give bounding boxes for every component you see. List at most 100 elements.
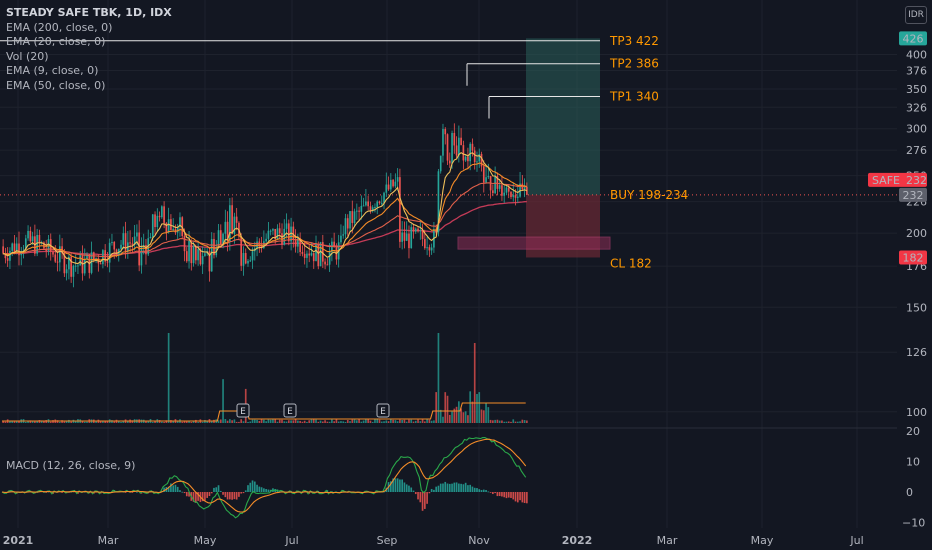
volume-bar-118 (269, 419, 272, 423)
volume-bar-136 (310, 419, 313, 423)
candle-body-75 (172, 228, 175, 231)
volume-bar-184 (419, 421, 422, 423)
support-box (457, 236, 611, 250)
volume-bar-200 (455, 406, 458, 423)
candle-body-197 (448, 160, 451, 164)
candle-body-50 (115, 249, 118, 256)
volume-bar-166 (378, 419, 381, 423)
macd-hist-90 (206, 492, 209, 498)
volume-bar-110 (251, 419, 254, 423)
macd-hist-59 (136, 491, 138, 493)
candle-body-172 (392, 179, 394, 187)
legend-vol[interactable]: Vol (20) (6, 50, 172, 65)
macd-hist-175 (399, 479, 401, 492)
macd-hist-114 (260, 487, 263, 492)
volume-bar-88 (201, 421, 204, 423)
macd-hist-193 (439, 483, 442, 492)
legend-ema-9[interactable]: EMA (9, close, 0) (6, 64, 172, 79)
candle-body-49 (113, 242, 116, 250)
volume-bar-106 (242, 421, 245, 423)
volume-bar-151 (344, 421, 347, 423)
x-tick-6: 2022 (562, 534, 593, 547)
legend-ema-200[interactable]: EMA (200, close, 0) (6, 21, 172, 36)
x-tick-5: Nov (468, 534, 490, 547)
volume-bar-70 (161, 421, 163, 423)
volume-bar-223 (507, 421, 510, 423)
macd-hist-227 (516, 492, 519, 503)
candle-body-132 (301, 252, 304, 254)
volume-bar-180 (410, 419, 413, 423)
volume-bar-192 (437, 333, 440, 423)
candle-body-108 (247, 260, 249, 264)
candle-body-96 (219, 230, 222, 246)
price-tick-9: 326 (906, 101, 927, 114)
volume-bar-135 (308, 420, 311, 423)
volume-bar-168 (383, 421, 385, 423)
volume-bar-227 (516, 421, 519, 423)
volume-bar-191 (435, 392, 438, 423)
volume-bar-182 (414, 420, 417, 423)
candle-body-189 (430, 247, 433, 251)
volume-bar-18 (43, 421, 45, 423)
macd-hist-196 (446, 483, 449, 492)
candle-body-154 (351, 211, 354, 223)
candle-body-159 (362, 205, 365, 207)
macd-legend[interactable]: MACD (12, 26, close, 9) (6, 459, 135, 472)
candle-body-28 (65, 269, 68, 274)
macd-hist-179 (408, 485, 410, 492)
volume-bar-77 (176, 421, 179, 423)
candle-body-156 (355, 210, 358, 212)
legend-ema-50[interactable]: EMA (50, close, 0) (6, 79, 172, 94)
candle-body-122 (278, 228, 281, 234)
volume-bar-216 (492, 420, 494, 423)
candle-body-167 (380, 202, 383, 204)
volume-bar-226 (514, 421, 517, 423)
volume-bar-161 (367, 419, 369, 423)
candle-body-214 (487, 176, 490, 178)
volume-bar-98 (224, 419, 227, 423)
candle-body-180 (410, 227, 413, 249)
currency-badge[interactable]: IDR (905, 6, 927, 24)
macd-hist-173 (394, 478, 397, 492)
candle-body-144 (328, 252, 331, 265)
volume-bar-52 (120, 421, 122, 423)
candle-body-5 (13, 243, 16, 253)
earnings-markers[interactable]: EEE (236, 403, 390, 418)
macd-hist-117 (267, 489, 270, 492)
candle-body-200 (455, 145, 458, 156)
macd-hist-204 (464, 482, 467, 492)
candle-body-184 (419, 230, 422, 232)
price-tick-8: 300 (906, 123, 927, 136)
annotation-label-2: TP1 340 (609, 89, 659, 103)
volume-bar-71 (163, 421, 165, 423)
candle-body-140 (319, 242, 322, 267)
candle-body-136 (310, 253, 313, 256)
volume-bar-220 (501, 420, 503, 423)
candle-body-16 (38, 234, 41, 243)
candle-body-129 (294, 239, 297, 247)
candle-body-65 (149, 236, 152, 239)
price-tick-10: 350 (906, 83, 927, 96)
volume-bar-173 (394, 420, 397, 423)
volume-bar-203 (462, 412, 465, 423)
macd-hist-191 (435, 486, 438, 492)
macd-hist-218 (496, 492, 499, 497)
macd-hist-205 (467, 485, 469, 492)
volume-bar-176 (401, 420, 404, 423)
candle-body-230 (523, 186, 526, 190)
volume-bar-193 (439, 409, 442, 423)
candle-body-149 (340, 235, 342, 243)
macd-hist-112 (256, 484, 258, 492)
candle-body-181 (412, 227, 415, 232)
candle-body-135 (308, 253, 311, 256)
candle-body-2 (6, 258, 9, 261)
earnings-marker-label-2: E (380, 407, 386, 417)
volume-bar-201 (458, 401, 460, 423)
volume-bar-204 (464, 411, 467, 423)
macd-hist-217 (494, 492, 496, 494)
candle-body-183 (417, 228, 419, 232)
candle-body-134 (306, 253, 308, 258)
volume-bar-183 (417, 419, 419, 423)
legend-ema-20[interactable]: EMA (20, close, 0) (6, 35, 172, 50)
earnings-marker-label-1: E (287, 407, 293, 417)
